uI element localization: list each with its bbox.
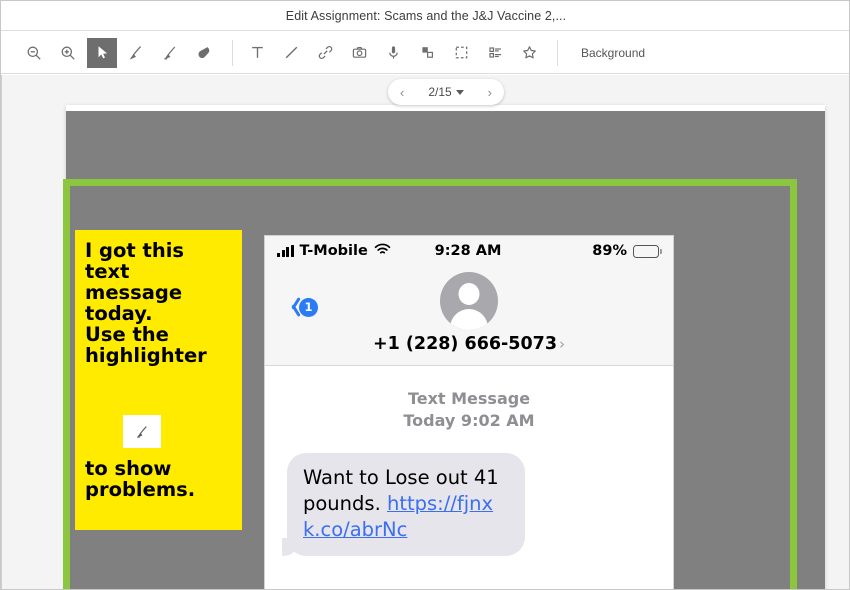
phone-contact-bar: 1 +1 (228) 666-5073 ›	[265, 266, 673, 366]
toolbar-divider-2	[557, 39, 558, 66]
star-icon[interactable]	[514, 38, 544, 68]
zoom-in-icon[interactable]	[53, 38, 83, 68]
toolbar: Background	[1, 32, 849, 74]
phone-status-bar: T-Mobile 9:28 AM 89%	[265, 236, 673, 266]
status-bar-time: 9:28 AM	[434, 243, 502, 259]
phone-conversation: Text Message Today 9:02 AM Want to Lose …	[265, 366, 673, 556]
prev-page-button[interactable]: ‹	[400, 86, 404, 99]
highlighter-icon[interactable]	[155, 38, 185, 68]
chevron-right-icon: ›	[559, 335, 566, 353]
contact-phone-number-label: +1 (228) 666-5073	[372, 334, 558, 354]
toolbar-divider-1	[232, 39, 233, 66]
selection-marquee-icon[interactable]	[446, 38, 476, 68]
workspace: ‹ 2/15 › I got this text message today. …	[1, 75, 849, 589]
text-icon[interactable]	[242, 38, 272, 68]
background-label[interactable]: Background	[581, 46, 645, 60]
camera-icon[interactable]	[344, 38, 374, 68]
phone-header: T-Mobile 9:28 AM 89% 1 +1 (228) 666-5073…	[265, 236, 673, 366]
phone-screenshot[interactable]: T-Mobile 9:28 AM 89% 1 +1 (228) 666-5073…	[264, 235, 674, 589]
status-bar-right: 89%	[501, 243, 662, 259]
line-icon[interactable]	[276, 38, 306, 68]
zoom-out-icon[interactable]	[19, 38, 49, 68]
list-icon[interactable]	[480, 38, 510, 68]
shapes-icon[interactable]	[412, 38, 442, 68]
back-button[interactable]: 1	[287, 296, 318, 318]
pen-icon[interactable]	[121, 38, 151, 68]
page-navigation: ‹ 2/15 ›	[388, 79, 504, 105]
chevron-left-icon	[287, 296, 300, 318]
highlighter-icon	[123, 415, 161, 448]
status-bar-left: T-Mobile	[277, 243, 435, 260]
eraser-icon[interactable]	[189, 38, 219, 68]
message-bubble[interactable]: Want to Lose out 41 pounds. https://fjnx…	[282, 453, 525, 556]
page-counter-label: 2/15	[428, 85, 452, 99]
title-bar: Edit Assignment: Scams and the J&J Vacci…	[1, 1, 849, 31]
microphone-icon[interactable]	[378, 38, 408, 68]
app-window: Edit Assignment: Scams and the J&J Vacci…	[0, 0, 850, 590]
chevron-down-icon[interactable]	[455, 89, 464, 95]
battery-icon	[633, 244, 662, 258]
page-counter[interactable]: 2/15	[428, 85, 464, 99]
link-icon[interactable]	[310, 38, 340, 68]
battery-percent-label: 89%	[592, 243, 628, 259]
sticky-note-text-bottom: to show problems.	[85, 457, 196, 502]
avatar[interactable]	[440, 272, 498, 330]
message-type-label: Text Message	[407, 389, 531, 408]
signal-bars-icon	[277, 245, 294, 257]
carrier-label: T-Mobile	[299, 243, 368, 259]
sticky-note-text-top: I got this text message today. Use the h…	[85, 239, 207, 368]
message-row: Want to Lose out 41 pounds. https://fjnx…	[265, 431, 673, 556]
select-pointer-icon[interactable]	[87, 37, 117, 68]
unread-badge: 1	[299, 297, 318, 317]
page-title: Edit Assignment: Scams and the J&J Vacci…	[285, 8, 567, 23]
wifi-icon	[374, 243, 391, 260]
next-page-button[interactable]: ›	[488, 86, 492, 99]
message-timestamp: Today 9:02 AM	[403, 410, 535, 430]
contact-phone-number[interactable]: +1 (228) 666-5073 ›	[265, 334, 673, 354]
sticky-note-annotation[interactable]: I got this text message today. Use the h…	[75, 230, 242, 530]
